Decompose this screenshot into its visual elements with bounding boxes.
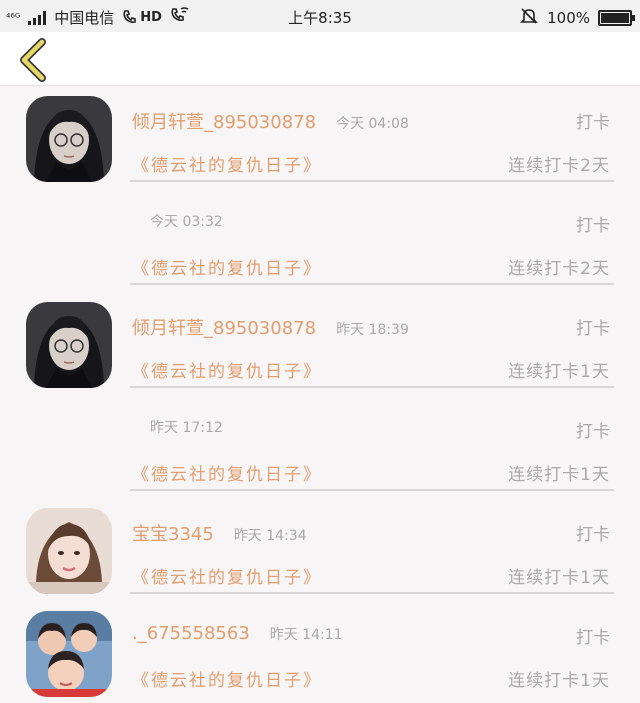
checkin-time: 今天 03:32	[150, 214, 223, 230]
battery-icon	[598, 10, 635, 26]
status-right: 100%	[519, 6, 635, 30]
book-title[interactable]: 《德云社的复仇日子》	[132, 460, 322, 485]
battery-fill	[601, 13, 629, 23]
streak-label: 连续打卡1天	[508, 465, 610, 485]
list-item[interactable]: 倾月轩萱_895030878 今天 04:08 打卡 《德云社的复仇日子》 连续…	[0, 90, 640, 193]
avatar[interactable]	[26, 508, 112, 594]
battery-percent: 100%	[547, 9, 590, 27]
streak-label: 连续打卡1天	[508, 362, 610, 382]
checkin-label: 打卡	[576, 319, 610, 339]
entry-header: 倾月轩萱_895030878 今天 04:08	[132, 108, 409, 134]
avatar[interactable]	[26, 96, 112, 182]
divider	[130, 283, 614, 285]
avatar[interactable]	[26, 302, 112, 388]
status-bar: ⁴⁶ᴳ 中国电信 HD 上午8:35 100%	[0, 0, 640, 32]
book-title[interactable]: 《德云社的复仇日子》	[132, 254, 322, 279]
checkin-label: 打卡	[576, 216, 610, 236]
streak-label: 连续打卡2天	[508, 156, 610, 176]
entry-header: 今天 03:32	[150, 211, 223, 231]
streak-label: 连续打卡1天	[508, 671, 610, 691]
divider	[130, 592, 614, 594]
checkin-time: 昨天 18:39	[336, 322, 409, 338]
divider	[130, 180, 614, 182]
chevron-left-icon	[20, 38, 46, 82]
entry-header: ._675558563 昨天 14:11	[132, 623, 343, 644]
book-title[interactable]: 《德云社的复仇日子》	[132, 357, 322, 382]
checkin-label: 打卡	[576, 422, 610, 442]
divider	[130, 386, 614, 388]
checkin-label: 打卡	[576, 628, 610, 648]
book-title[interactable]: 《德云社的复仇日子》	[132, 666, 322, 691]
book-title[interactable]: 《德云社的复仇日子》	[132, 563, 322, 588]
divider	[130, 489, 614, 491]
list-item[interactable]: ._675558563 昨天 14:11 打卡 《德云社的复仇日子》 连续打卡1…	[0, 605, 640, 703]
list-item[interactable]: 倾月轩萱_895030878 昨天 18:39 打卡 《德云社的复仇日子》 连续…	[0, 296, 640, 399]
checkin-label: 打卡	[576, 525, 610, 545]
checkin-time: 昨天 14:11	[269, 627, 343, 643]
checkin-list: 倾月轩萱_895030878 今天 04:08 打卡 《德云社的复仇日子》 连续…	[0, 90, 640, 703]
avatar[interactable]	[26, 611, 112, 697]
user-name[interactable]: 倾月轩萱_895030878	[132, 314, 316, 340]
user-name[interactable]: ._675558563	[132, 623, 250, 644]
book-title[interactable]: 《德云社的复仇日子》	[132, 151, 322, 176]
back-button[interactable]	[14, 38, 54, 82]
checkin-time: 今天 04:08	[336, 116, 409, 132]
checkin-time: 昨天 14:34	[233, 528, 307, 544]
entry-header: 倾月轩萱_895030878 昨天 18:39	[132, 314, 409, 340]
list-item[interactable]: 昨天 17:12 打卡 《德云社的复仇日子》 连续打卡1天	[0, 399, 640, 502]
nav-bar	[0, 32, 640, 86]
mute-bell-icon	[519, 6, 539, 30]
list-item[interactable]: 今天 03:32 打卡 《德云社的复仇日子》 连续打卡2天	[0, 193, 640, 296]
list-item[interactable]: 宝宝3345 昨天 14:34 打卡 《德云社的复仇日子》 连续打卡1天	[0, 502, 640, 605]
entry-header: 宝宝3345 昨天 14:34	[132, 520, 307, 546]
user-name[interactable]: 宝宝3345	[132, 520, 214, 546]
checkin-time: 昨天 17:12	[150, 420, 223, 436]
streak-label: 连续打卡2天	[508, 259, 610, 279]
entry-header: 昨天 17:12	[150, 417, 223, 437]
checkin-label: 打卡	[576, 113, 610, 133]
user-name[interactable]: 倾月轩萱_895030878	[132, 108, 316, 134]
streak-label: 连续打卡1天	[508, 568, 610, 588]
